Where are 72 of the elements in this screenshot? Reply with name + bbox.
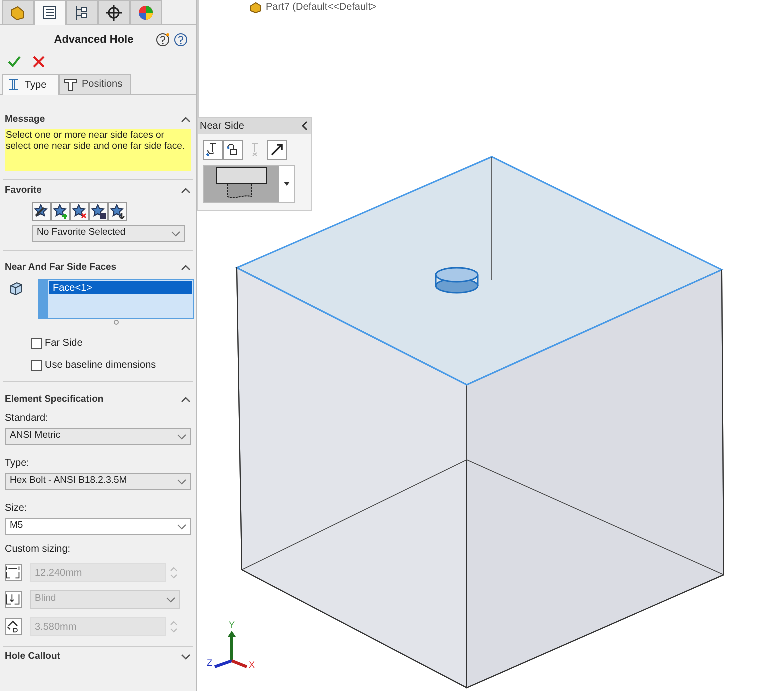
- manager-tab[interactable]: [98, 0, 130, 25]
- selection-list[interactable]: Face<1>: [38, 279, 194, 319]
- favorite-dropdown[interactable]: No Favorite Selected: [32, 225, 185, 242]
- favorite-load-button[interactable]: [108, 202, 127, 221]
- depth-dimension-icon: [5, 591, 22, 608]
- caret-icon[interactable]: [181, 397, 191, 403]
- counterbore-icon: [204, 166, 279, 202]
- part-icon: [9, 4, 27, 22]
- section-header: Message: [5, 112, 46, 127]
- favorite-save-button[interactable]: [89, 202, 108, 221]
- caret-icon[interactable]: [181, 654, 191, 660]
- help-icon[interactable]: [174, 33, 188, 47]
- caret-icon[interactable]: [181, 265, 191, 271]
- caret-icon[interactable]: [284, 182, 290, 186]
- crosshair-icon: [105, 4, 123, 22]
- flip-button[interactable]: [203, 140, 223, 160]
- arrow-icon: [269, 142, 285, 158]
- field-label: Custom sizing:: [4, 543, 72, 555]
- resize-handle[interactable]: [114, 320, 119, 325]
- hole-type-icon: [7, 78, 21, 92]
- favorite-edit-icon: [34, 204, 49, 219]
- favorite-delete-button[interactable]: [70, 202, 89, 221]
- favorite-save-icon: [91, 204, 106, 219]
- cube-icon: [8, 281, 24, 297]
- section-header: Near And Far Side Faces: [5, 260, 117, 275]
- axis-label: Y: [229, 619, 236, 632]
- sub-tab[interactable]: Positions: [59, 74, 131, 95]
- panel-title: Near Side: [200, 120, 244, 134]
- dropdown-field[interactable]: M5: [5, 518, 191, 535]
- field-label: Size:: [4, 502, 28, 514]
- hole-preview-dropdown[interactable]: [203, 165, 295, 203]
- caret-icon[interactable]: [181, 117, 191, 123]
- manager-tab[interactable]: [34, 0, 66, 25]
- favorite-delete-icon: [72, 204, 87, 219]
- checkbox[interactable]: [31, 338, 42, 349]
- section-header: Element Specification: [5, 392, 104, 407]
- field-label: Standard:: [4, 412, 50, 424]
- spin-arrows-icon: [168, 618, 180, 634]
- checkbox-label: Far Side: [45, 337, 83, 351]
- angle-dimension-icon: [5, 618, 22, 635]
- spin-arrows-icon: [168, 564, 180, 580]
- manager-tab[interactable]: [66, 0, 98, 25]
- message-text: Select one or more near side faces or select one near side and one far side face.: [5, 129, 191, 171]
- favorite-add-button[interactable]: [51, 202, 70, 221]
- dropdown-field[interactable]: ANSI Metric: [5, 428, 191, 445]
- arrow-button[interactable]: [267, 140, 287, 160]
- checkbox-label: Use baseline dimensions: [45, 359, 156, 373]
- sub-tab[interactable]: Type: [2, 74, 59, 95]
- help-icon[interactable]: [156, 33, 170, 47]
- rotate-button[interactable]: [223, 140, 243, 160]
- section-header: Favorite: [5, 184, 42, 198]
- hole-position-icon: [64, 78, 78, 92]
- axis-label: Z: [207, 657, 212, 670]
- color-wheel-icon: [137, 4, 155, 22]
- property-list-icon: [41, 4, 59, 22]
- document-label: Part7 (Default<<Default>: [266, 1, 377, 15]
- close-icon[interactable]: [33, 56, 45, 68]
- panel-title: Advanced Hole: [53, 32, 135, 48]
- dropdown-field[interactable]: Hex Bolt - ANSI B18.2.3.5M: [5, 473, 191, 490]
- favorite-add-icon: [53, 204, 68, 219]
- section-header: Hole Callout: [5, 650, 60, 664]
- collapse-icon[interactable]: [301, 121, 309, 131]
- favorite-load-icon: [110, 204, 125, 219]
- caret-icon[interactable]: [181, 188, 191, 194]
- checkbox[interactable]: [31, 360, 42, 371]
- width-dimension-icon: [5, 564, 22, 581]
- axis-label: X: [249, 659, 256, 672]
- checkmark-icon[interactable]: [8, 56, 21, 68]
- part-icon: [250, 2, 262, 14]
- favorite-edit-button[interactable]: [32, 202, 51, 221]
- field-label: Type:: [4, 457, 30, 469]
- selection-item[interactable]: Face<1>: [49, 281, 192, 294]
